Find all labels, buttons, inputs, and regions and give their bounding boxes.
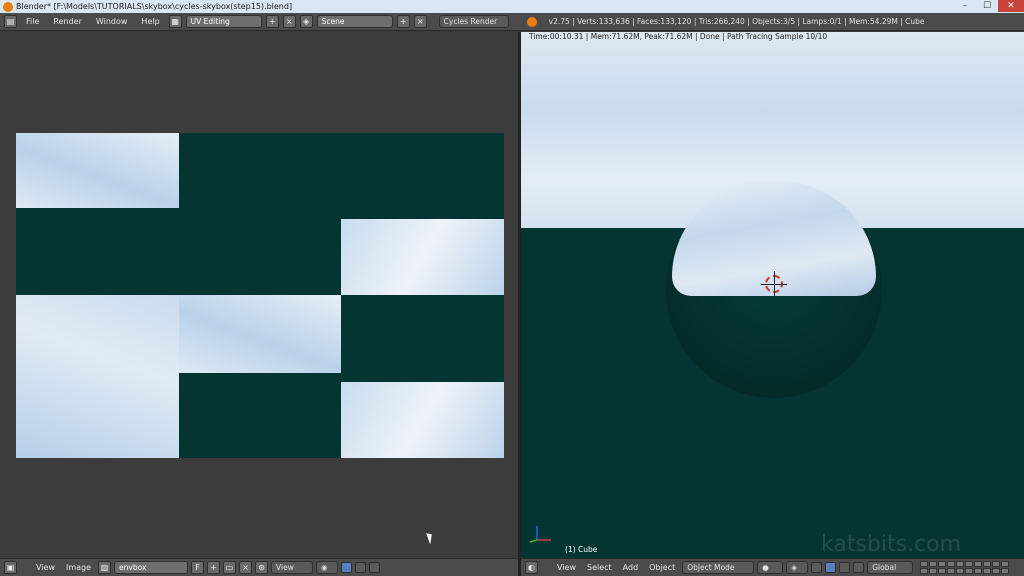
window-controls: – ☐ ✕ [954,0,1024,12]
skybox-face-bottom-middle [179,295,341,373]
window-titlebar: Blender* [F:\Models\TUTORIALS\skybox\cyc… [0,0,1024,13]
3d-viewport[interactable]: Time:00:10.31 | Mem:71.62M, Peak:71.62M … [521,32,1024,558]
blender-app-icon [3,1,13,12]
uv-editor-header: ▣ View Image ▨ envbox F + ▭ × ⊛ View ◉ [0,558,518,576]
transform-orientation-label: Global [872,563,897,572]
vp-menu-select[interactable]: Select [583,563,616,572]
viewport-header: ◐ View Select Add Object Object Mode ● ◈… [521,558,1024,576]
remove-screen-icon[interactable]: × [282,15,296,28]
close-button[interactable]: ✕ [998,0,1024,12]
pivot-point-dropdown[interactable]: ◈ [786,561,809,574]
add-scene-icon[interactable]: + [396,15,410,28]
vp-menu-add[interactable]: Add [619,563,643,572]
skybox-face-top-left [16,133,179,208]
scene-stats: v2.75 | Verts:133,636 | Faces:133,120 | … [548,17,925,26]
skybox-face-bottom-right [341,382,504,458]
active-object-label: (1) Cube [565,545,598,554]
skybox-texture-image[interactable] [16,133,504,458]
transform-orientation-dropdown[interactable]: Global [867,561,914,574]
viewport-editor-type-icon[interactable]: ◐ [525,561,538,574]
menu-file[interactable]: File [21,17,44,26]
window-title: Blender* [F:\Models\TUTORIALS\skybox\cyc… [16,2,293,11]
3d-cursor-icon[interactable] [761,271,787,297]
translate-manipulator-toggle[interactable] [825,562,837,573]
screen-layout-icon[interactable]: ▦ [168,15,182,28]
uv-sticky-toggle[interactable] [369,562,381,573]
minimize-button[interactable]: – [954,0,976,12]
scene-field[interactable]: Scene [316,15,393,28]
menu-window[interactable]: Window [91,17,133,26]
blender-logo-icon [526,16,537,27]
uv-select-mode-toggle[interactable] [355,562,367,573]
open-image-icon[interactable]: ▭ [223,561,237,574]
menu-help[interactable]: Help [136,17,164,26]
skybox-face-bottom-left [16,295,179,458]
editor-type-icon[interactable]: ▤ [4,15,17,28]
screen-layout-field[interactable]: UV Editing [185,15,262,28]
uv-image-editor[interactable] [0,32,518,558]
scale-manipulator-toggle[interactable] [853,562,865,573]
skybox-face-right [341,219,504,295]
mouse-pointer-icon [426,531,435,545]
axis-gizmo-icon [529,526,551,543]
uv-menu-image[interactable]: Image [62,563,95,572]
uv-view-mode-dropdown[interactable]: View [271,561,314,574]
interaction-mode-dropdown[interactable]: Object Mode [682,561,755,574]
vp-menu-object[interactable]: Object [645,563,679,572]
unlink-image-icon[interactable]: × [239,561,253,574]
add-screen-icon[interactable]: + [265,15,279,28]
uv-menu-view[interactable]: View [32,563,59,572]
maximize-button[interactable]: ☐ [976,0,998,12]
scene-icon[interactable]: ◈ [299,15,313,28]
uv-editor-type-icon[interactable]: ▣ [4,561,17,574]
render-engine-dropdown[interactable]: Cycles Render [438,15,509,28]
image-browse-icon[interactable]: ▨ [98,561,112,574]
rotate-manipulator-toggle[interactable] [839,562,851,573]
menu-render[interactable]: Render [48,17,86,26]
image-name-field[interactable]: envbox [114,561,189,574]
info-header: ▤ File Render Window Help ▦ UV Editing +… [0,13,1024,31]
layer-buttons[interactable] [920,561,1010,574]
uv-view-mode-label: View [276,563,294,572]
uv-sync-toggle[interactable] [341,562,353,573]
pin-icon[interactable]: ⊛ [255,561,269,574]
viewport-shading-dropdown[interactable]: ● [757,561,784,574]
manipulator-toggle[interactable] [811,562,823,573]
pivot-dropdown[interactable]: ◉ [316,561,339,574]
new-image-icon[interactable]: + [207,561,221,574]
remove-scene-icon[interactable]: × [413,15,427,28]
vp-menu-view[interactable]: View [553,563,580,572]
interaction-mode-label: Object Mode [687,563,735,572]
watermark-text: katsbits.com [821,532,962,557]
render-engine-label: Cycles Render [443,17,498,26]
render-status-text: Time:00:10.31 | Mem:71.62M, Peak:71.62M … [529,32,828,41]
fake-user-button[interactable]: F [191,561,205,574]
